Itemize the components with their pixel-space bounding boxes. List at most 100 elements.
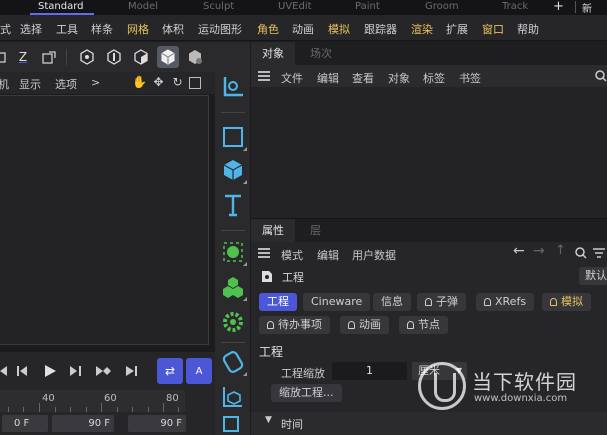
- om-menu-tags[interactable]: 标签: [423, 70, 445, 86]
- search-icon[interactable]: [575, 247, 587, 259]
- om-menu-object[interactable]: 对象: [388, 70, 410, 86]
- scale-project-button[interactable]: 缩放工程...: [271, 384, 342, 402]
- forward-arrow-icon[interactable]: →: [533, 243, 545, 259]
- menu-extensions[interactable]: 扩展: [446, 21, 468, 37]
- menu-window[interactable]: 窗口: [482, 21, 504, 37]
- filter-icon[interactable]: [593, 248, 605, 258]
- deformer-button[interactable]: [218, 347, 248, 377]
- end-frame-field[interactable]: 90 F: [52, 415, 114, 432]
- uv-mode-button[interactable]: [184, 46, 206, 68]
- next-keyframe-button[interactable]: [92, 359, 116, 383]
- default-button[interactable]: 默认: [579, 267, 607, 285]
- project-scale-input[interactable]: 1: [332, 362, 407, 380]
- om-menu-file[interactable]: 文件: [281, 70, 303, 86]
- watermark: 当下软件园 www.downxia.com: [418, 362, 607, 417]
- max-frame-field[interactable]: 90 F: [128, 415, 186, 432]
- tab-layers[interactable]: 层: [310, 219, 321, 242]
- tab-nodes[interactable]: 节点: [399, 316, 448, 334]
- menu-character[interactable]: 角色: [257, 21, 279, 37]
- go-to-end-button[interactable]: [120, 359, 144, 383]
- start-frame-field[interactable]: 0 F: [2, 415, 48, 432]
- menu-spline[interactable]: 样条: [91, 21, 113, 37]
- world-coordinates-button[interactable]: [38, 46, 60, 68]
- menu-volume[interactable]: 体积: [162, 21, 184, 37]
- menu-animation[interactable]: 动画: [292, 21, 314, 37]
- move-tool-button[interactable]: [218, 72, 248, 102]
- new-layout-button[interactable]: 新: [582, 0, 592, 15]
- layout-tab-uvedit[interactable]: UVEdit: [278, 0, 312, 15]
- edges-mode-button[interactable]: [103, 46, 125, 68]
- tab-simulation[interactable]: 模拟: [542, 293, 591, 311]
- ruler-tick: [86, 407, 87, 412]
- menu-mesh[interactable]: 网格: [127, 21, 149, 37]
- menu-render[interactable]: 渲染: [411, 21, 433, 37]
- next-frame-button[interactable]: [64, 359, 88, 383]
- tab-takes[interactable]: 场次: [310, 42, 332, 65]
- am-menu-user-data[interactable]: 用户数据: [352, 247, 396, 263]
- layout-tab-paint[interactable]: Paint: [355, 0, 380, 15]
- tab-project[interactable]: 工程: [259, 293, 297, 311]
- tab-attributes[interactable]: 属性: [251, 219, 295, 242]
- om-menu-bookmarks[interactable]: 书签: [459, 70, 481, 86]
- polygons-mode-button[interactable]: [130, 46, 152, 68]
- maximize-view-icon[interactable]: [189, 77, 201, 89]
- z-axis-lock-button[interactable]: Z: [12, 46, 34, 68]
- points-mode-button[interactable]: [76, 46, 98, 68]
- light-object-button[interactable]: [218, 412, 248, 434]
- tab-animation[interactable]: 动画: [340, 316, 389, 334]
- up-arrow-icon[interactable]: ↑: [555, 243, 566, 258]
- hamburger-menu-icon[interactable]: [258, 71, 270, 81]
- model-mode-button[interactable]: [157, 46, 179, 68]
- am-menu-edit[interactable]: 编辑: [317, 247, 339, 263]
- am-menu-mode[interactable]: 模式: [281, 247, 303, 263]
- om-menu-edit[interactable]: 编辑: [317, 70, 339, 86]
- play-button[interactable]: [38, 359, 62, 383]
- viewport-menu-options[interactable]: 选项: [55, 76, 77, 92]
- hamburger-menu-icon[interactable]: [258, 248, 270, 258]
- text-spline-button[interactable]: [218, 190, 248, 220]
- layout-tab-sculpt[interactable]: Sculpt: [203, 0, 234, 15]
- search-icon[interactable]: [595, 70, 607, 82]
- om-menu-view[interactable]: 查看: [352, 70, 374, 86]
- timeline-ruler[interactable]: 40 60 80: [0, 390, 185, 412]
- add-layout-icon[interactable]: +: [553, 0, 564, 14]
- viewport-menu-display[interactable]: 显示: [19, 76, 41, 92]
- tab-objects[interactable]: 对象: [251, 42, 295, 65]
- viewport-menu-camera[interactable]: 机: [0, 76, 9, 92]
- effector-button[interactable]: [218, 307, 248, 337]
- layout-tab-groom[interactable]: Groom: [425, 0, 459, 15]
- tab-xrefs[interactable]: XRefs: [476, 293, 535, 311]
- tab-info[interactable]: 信息: [373, 293, 411, 311]
- autokey-button[interactable]: A: [186, 358, 212, 384]
- previous-keyframe-button[interactable]: [10, 359, 34, 383]
- menu-help[interactable]: 帮助: [517, 21, 539, 37]
- menu-mode[interactable]: 式: [0, 21, 11, 37]
- menu-tracker[interactable]: 跟踪器: [364, 21, 397, 37]
- menu-select[interactable]: 选择: [20, 21, 42, 37]
- layout-tab-track[interactable]: Track: [502, 0, 528, 15]
- move-view-icon[interactable]: ✥: [151, 75, 166, 90]
- back-arrow-icon[interactable]: ←: [513, 243, 525, 259]
- tab-bullet[interactable]: 子弹: [417, 293, 466, 311]
- attribute-manager-tabs: 属性 层: [251, 219, 607, 242]
- tab-todo[interactable]: 待办事项: [259, 316, 330, 334]
- tab-cineware[interactable]: Cineware: [303, 293, 371, 311]
- cloner-icon: [223, 277, 243, 298]
- cloner-button[interactable]: [218, 272, 248, 302]
- menu-simulate[interactable]: 模拟: [328, 21, 350, 37]
- hand-pan-icon[interactable]: ✋: [132, 75, 147, 90]
- viewport-menu-more[interactable]: >: [91, 76, 100, 89]
- object-manager-tabs: 对象 场次: [251, 42, 607, 65]
- 3d-viewport[interactable]: [0, 95, 209, 345]
- submenu-indicator: [243, 297, 247, 301]
- loop-button[interactable]: ⇄: [157, 358, 183, 384]
- cube-object-button[interactable]: [218, 155, 248, 185]
- menu-tools[interactable]: 工具: [56, 21, 78, 37]
- rectangle-spline-button[interactable]: [218, 122, 248, 152]
- null-generator-button[interactable]: [218, 237, 248, 267]
- main-menu-bar: 式 选择 工具 样条 网格 体积 运动图形 角色 动画 模拟 跟踪器 渲染 扩展…: [0, 15, 607, 41]
- menu-mograph[interactable]: 运动图形: [198, 21, 242, 37]
- camera-object-button[interactable]: [218, 382, 248, 412]
- rotate-view-icon[interactable]: ↻: [170, 75, 185, 90]
- layout-tab-model[interactable]: Model: [128, 0, 158, 15]
